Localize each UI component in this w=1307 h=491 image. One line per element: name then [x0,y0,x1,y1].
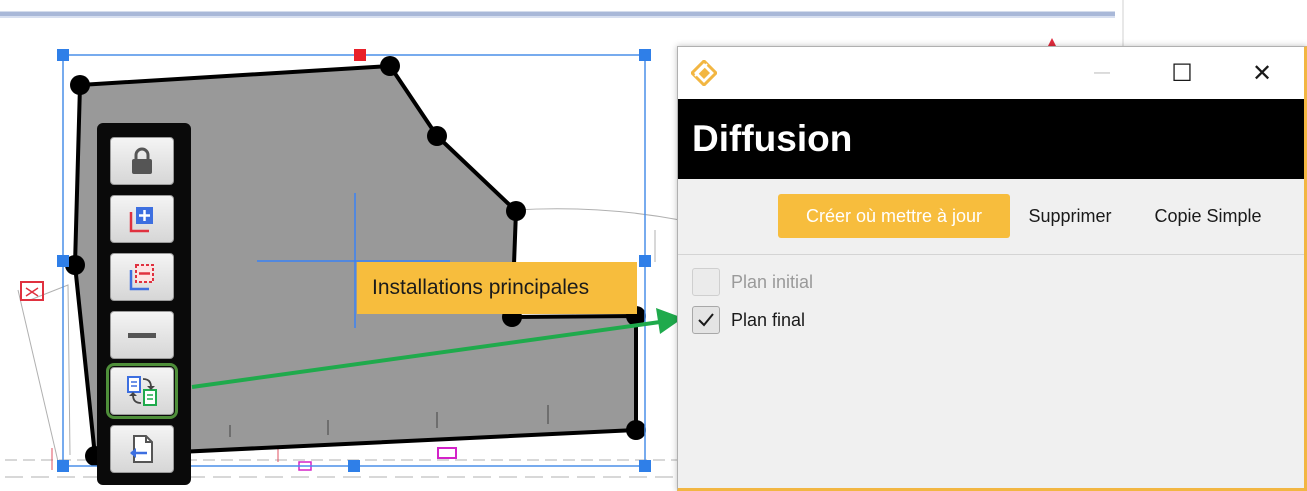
divider [678,254,1304,255]
plan-final-checkbox[interactable] [692,306,720,334]
minus-icon [128,333,156,338]
export-button[interactable] [110,425,174,473]
checkmark-icon [698,313,714,327]
action-bar: Créer où mettre à jour Supprimer Copie S… [678,194,1304,238]
close-button[interactable]: ✕ [1222,47,1302,99]
add-copy-button[interactable] [110,195,174,243]
lock-icon [132,147,152,174]
dialog-title: Diffusion [678,99,1304,179]
plan-initial-checkbox[interactable] [692,268,720,296]
delete-button[interactable]: Supprimer [1014,194,1126,238]
plan-final-option[interactable]: Plan final [692,305,805,335]
minimize-icon: — [1094,64,1110,81]
minus-button[interactable] [110,311,174,359]
close-icon: ✕ [1251,59,1273,87]
diffusion-dialog: — ☐ ✕ Diffusion Créer où mettre à jour S… [677,46,1307,491]
create-or-update-button[interactable]: Créer où mettre à jour [778,194,1010,238]
app-logo-icon [691,60,717,86]
diffusion-button[interactable] [106,363,178,419]
lock-button[interactable] [110,137,174,185]
maximize-icon: ☐ [1171,59,1193,87]
object-toolbar [97,123,191,485]
add-copy-icon [129,207,153,233]
title-bar[interactable]: — ☐ ✕ [678,47,1304,99]
export-page-icon [130,435,153,463]
minimize-button[interactable]: — [1062,47,1142,99]
rotate-handle[interactable] [354,49,366,61]
plan-initial-option: Plan initial [692,267,813,297]
diffuse-swap-icon [127,376,157,406]
plan-final-label: Plan final [731,309,806,330]
remove-copy-icon [129,264,154,291]
remove-copy-button[interactable] [110,253,174,301]
plan-initial-label: Plan initial [731,271,814,292]
maximize-button[interactable]: ☐ [1142,47,1222,99]
simple-copy-button[interactable]: Copie Simple [1140,194,1276,238]
object-name-label: Installations principales [357,262,637,314]
